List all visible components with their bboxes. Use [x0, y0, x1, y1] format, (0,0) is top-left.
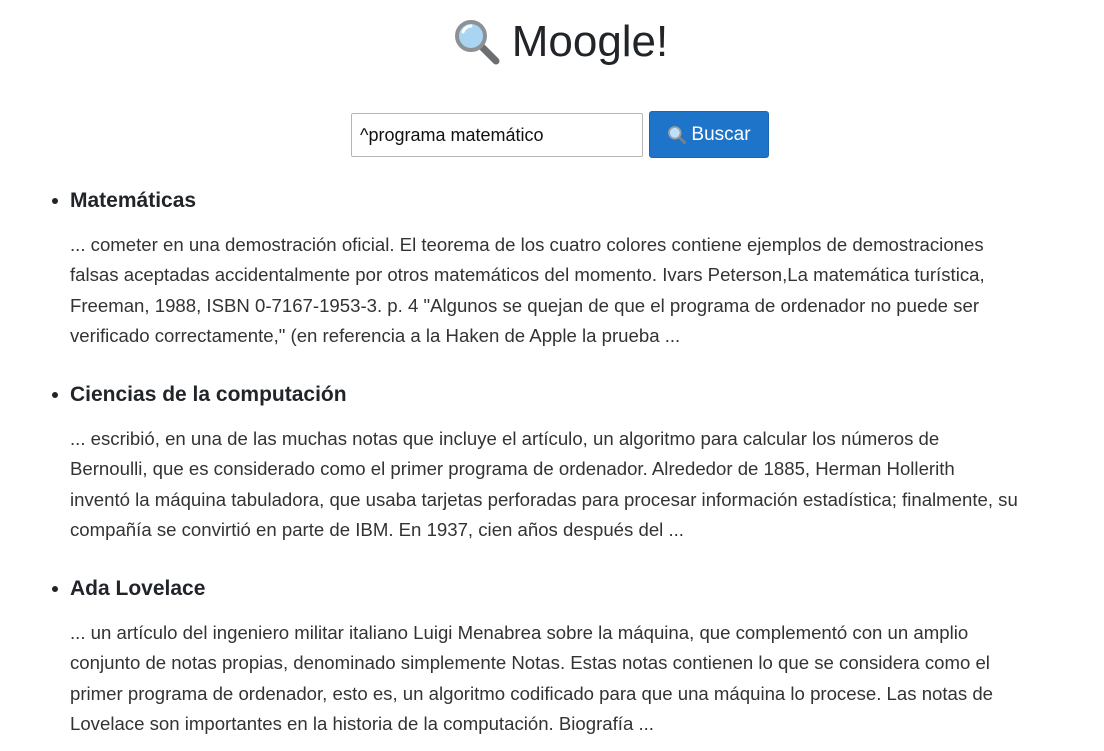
result-item: Matemáticas ... cometer en una demostrac…: [0, 184, 1104, 378]
snippet-line: ... un artículo del ingeniero militar it…: [70, 622, 969, 643]
search-bar: Buscar: [351, 111, 769, 158]
results-list: Matemáticas ... cometer en una demostrac…: [0, 184, 1104, 742]
snippet-line: Lovelace son importantes en la historia …: [70, 712, 654, 734]
snippet-line: Freeman, 1988, ISBN 0-7167-1953-3. p. 4 …: [70, 294, 980, 316]
header: Moogle!: [0, 14, 1104, 74]
magnifying-glass-icon: [668, 125, 687, 144]
snippet-line: falsas aceptadas accidentalmente por otr…: [70, 264, 985, 286]
result-snippet: ... un artículo del ingeniero militar it…: [70, 618, 1104, 739]
bullet: [52, 198, 58, 204]
snippet-line: ... escribió, en una de las muchas notas…: [70, 428, 940, 449]
result-item: Ada Lovelace ... un artículo del ingenie…: [0, 572, 1104, 742]
search-button-label: Buscar: [691, 123, 751, 145]
bullet: [52, 392, 58, 398]
result-title[interactable]: Ada Lovelace: [70, 572, 1104, 606]
result-snippet: ... escribió, en una de las muchas notas…: [70, 424, 1104, 545]
snippet-line: conjunto de notas propias, denominado si…: [70, 652, 990, 674]
search-button[interactable]: Buscar: [649, 111, 769, 158]
result-item: Ciencias de la computación ... escribió,…: [0, 378, 1104, 572]
result-snippet: ... cometer en una demostración oficial.…: [70, 230, 1104, 351]
search-input[interactable]: [351, 113, 643, 157]
result-title[interactable]: Ciencias de la computación: [70, 378, 1104, 412]
snippet-line: compañía se convirtió en parte de IBM. E…: [70, 518, 684, 540]
result-title[interactable]: Matemáticas: [70, 184, 1104, 218]
bullet: [52, 586, 58, 592]
logo-group: Moogle!: [452, 14, 669, 70]
snippet-line: inventó la máquina tabuladora, que usaba…: [70, 488, 1018, 510]
snippet-line: verificado correctamente," (en referenci…: [70, 324, 681, 346]
snippet-line: Bernoulli, que es considerado como el pr…: [70, 458, 955, 480]
magnifying-glass-icon: [454, 20, 500, 65]
snippet-line: ... cometer en una demostración oficial.…: [70, 234, 984, 255]
snippet-line: primer programa de ordenador, esto es, u…: [70, 682, 994, 704]
app-title: Moogle!: [511, 17, 669, 66]
